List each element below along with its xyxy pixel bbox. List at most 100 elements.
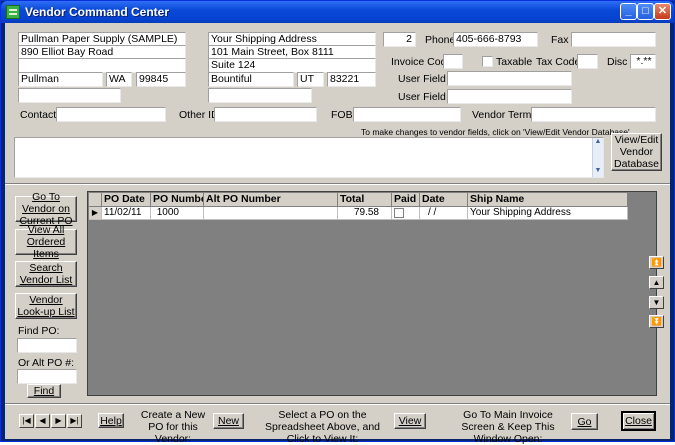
- prev-record-icon: ◀: [39, 416, 46, 425]
- first-record-icon: |◀: [22, 416, 31, 425]
- fax-field[interactable]: [571, 32, 656, 47]
- last-record-icon: ▶|: [70, 416, 79, 425]
- contact-label: Contact: [20, 109, 57, 121]
- scroll-down-icon[interactable]: ▼: [593, 167, 603, 177]
- po-table: PO Date PO Number Alt PO Number Total Pa…: [87, 191, 657, 396]
- column-header-po-date[interactable]: PO Date: [102, 193, 151, 206]
- column-header-total[interactable]: Total: [338, 193, 392, 206]
- minimize-icon: _: [625, 5, 632, 17]
- column-header-paid[interactable]: Paid: [392, 193, 420, 206]
- maximize-icon: □: [642, 5, 649, 17]
- column-header-alt-po-number[interactable]: Alt PO Number: [204, 193, 338, 206]
- phone-label: Phone: [425, 34, 456, 46]
- client-area: Pullman Paper Supply (SAMPLE) 890 Elliot…: [5, 23, 670, 445]
- find-button[interactable]: Find: [27, 384, 61, 398]
- up-icon: ▲: [652, 278, 661, 287]
- user-field1-input[interactable]: [447, 71, 572, 86]
- record-first-button[interactable]: |◀: [19, 414, 34, 428]
- notes-textarea[interactable]: [14, 137, 604, 178]
- other-id-label: Other ID: [179, 109, 219, 121]
- table-cell-paid[interactable]: [392, 207, 420, 220]
- record-last-button[interactable]: ▶|: [67, 414, 82, 428]
- vendor-terms-label: Vendor Terms: [472, 109, 537, 121]
- close-icon: ✕: [657, 5, 668, 17]
- vendor-address2-field[interactable]: [18, 58, 186, 73]
- vendor-terms-field[interactable]: [531, 107, 656, 122]
- find-po-label: Find PO:: [18, 325, 60, 337]
- row-selector-icon[interactable]: ▶: [89, 207, 102, 220]
- view-all-ordered-button[interactable]: View All Ordered Items: [15, 224, 77, 260]
- first-icon: ⏫: [651, 258, 662, 267]
- view-edit-vendor-button[interactable]: View/Edit Vendor Database: [611, 133, 662, 171]
- ship-state-field[interactable]: UT: [297, 72, 324, 87]
- vendor-command-center-window: Vendor Command Center _ □ ✕ Pullman Pape…: [0, 0, 675, 445]
- go-instructions: Go To Main Invoice Screen & Keep This Wi…: [461, 409, 555, 445]
- maximize-button[interactable]: □: [637, 3, 654, 20]
- find-po-field[interactable]: [17, 338, 77, 353]
- vendor-state-field[interactable]: WA: [106, 72, 132, 87]
- last-row-button[interactable]: ⏬: [649, 315, 664, 328]
- next-record-icon: ▶: [55, 416, 62, 425]
- window-title: Vendor Command Center: [25, 5, 170, 19]
- vendor-number-field[interactable]: 2: [383, 32, 416, 47]
- paid-checkbox[interactable]: [394, 208, 404, 218]
- record-next-button[interactable]: ▶: [51, 414, 66, 428]
- table-cell-po-number[interactable]: 1000: [151, 207, 204, 220]
- new-po-button[interactable]: New: [213, 413, 244, 429]
- scroll-up-icon[interactable]: ▲: [593, 138, 603, 148]
- taxable-label: Taxable: [496, 56, 533, 68]
- go-button[interactable]: Go: [571, 413, 598, 430]
- table-cell-date[interactable]: / /: [420, 207, 468, 220]
- fax-label: Fax: [551, 34, 569, 46]
- help-button[interactable]: Help: [98, 413, 124, 428]
- minimize-button[interactable]: _: [620, 3, 637, 20]
- separator: [5, 183, 670, 185]
- next-row-button[interactable]: ▼: [649, 296, 664, 309]
- record-prev-button[interactable]: ◀: [35, 414, 50, 428]
- view-po-instructions: Select a PO on the Spreadsheet Above, an…: [264, 409, 380, 445]
- last-icon: ⏬: [651, 317, 662, 326]
- goto-vendor-button[interactable]: Go To Vendor on Current PO: [15, 191, 77, 227]
- close-window-button[interactable]: ✕: [654, 3, 671, 20]
- edit-notice: To make changes to vendor fields, click …: [361, 127, 630, 137]
- column-header-date[interactable]: Date: [420, 193, 468, 206]
- search-vendor-button[interactable]: Search Vendor List: [15, 261, 77, 287]
- fob-field[interactable]: [353, 107, 461, 122]
- column-header-po-number[interactable]: PO Number: [151, 193, 204, 206]
- table-cell-alt-po[interactable]: [204, 207, 338, 220]
- ship-zip-field[interactable]: 83221: [327, 72, 376, 87]
- fob-label: FOB: [331, 109, 353, 121]
- disc-field[interactable]: *.**: [630, 54, 656, 69]
- tax-code-label: Tax Code: [536, 56, 581, 68]
- user-field2-input[interactable]: [447, 89, 572, 104]
- notes-scrollbar[interactable]: ▲ ▼: [592, 138, 603, 177]
- app-icon: [6, 5, 20, 19]
- vendor-extra-field[interactable]: [18, 88, 121, 103]
- table-cell-po-date[interactable]: 11/02/11: [102, 207, 151, 220]
- view-po-button[interactable]: View: [394, 413, 426, 429]
- close-button[interactable]: Close: [621, 411, 656, 431]
- taxable-checkbox[interactable]: [482, 56, 493, 67]
- ship-city-field[interactable]: Bountiful: [208, 72, 294, 87]
- contact-field[interactable]: [56, 107, 166, 122]
- table-cell-total[interactable]: 79.58: [338, 207, 392, 220]
- separator: [5, 403, 670, 405]
- prev-row-button[interactable]: ▲: [649, 276, 664, 289]
- alt-po-field[interactable]: [17, 369, 77, 384]
- table-cell-ship-name[interactable]: Your Shipping Address: [468, 207, 628, 220]
- down-icon: ▼: [652, 298, 661, 307]
- new-po-instructions: Create a New PO for this Vendor:: [140, 409, 206, 445]
- vendor-zip-field[interactable]: 99845: [136, 72, 186, 87]
- ship-extra-field[interactable]: [208, 88, 312, 103]
- ship-address2-field[interactable]: Suite 124: [208, 58, 376, 73]
- other-id-field[interactable]: [214, 107, 317, 122]
- invoice-code-field[interactable]: [443, 54, 463, 69]
- alt-po-label: Or Alt PO #:: [18, 357, 75, 369]
- phone-field[interactable]: 405-666-8793: [453, 32, 538, 47]
- vendor-city-field[interactable]: Pullman: [18, 72, 103, 87]
- column-header-ship-name[interactable]: Ship Name: [468, 193, 628, 206]
- first-row-button[interactable]: ⏫: [649, 256, 664, 269]
- title-bar[interactable]: Vendor Command Center _ □ ✕: [1, 1, 674, 23]
- vendor-lookup-button[interactable]: Vendor Look-up List: [15, 293, 77, 319]
- tax-code-field[interactable]: [577, 54, 598, 69]
